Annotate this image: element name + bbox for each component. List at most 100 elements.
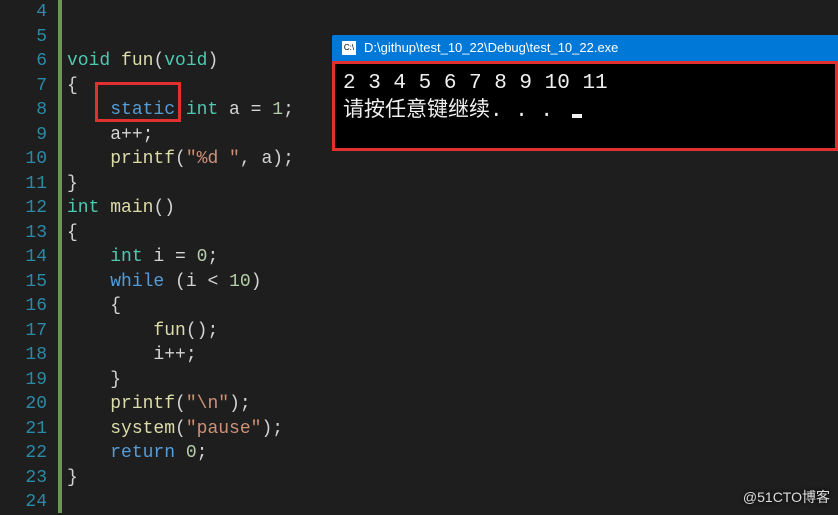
code-content[interactable]: while (i < 10) (55, 270, 262, 295)
code-content[interactable]: void fun(void) (55, 49, 218, 74)
token: { (67, 296, 121, 316)
code-line[interactable]: 12int main() (0, 196, 838, 221)
code-content[interactable]: i++; (55, 343, 197, 368)
token: return (110, 443, 175, 463)
token: ) (261, 419, 272, 439)
token: ++ (164, 345, 186, 365)
console-output: 2 3 4 5 6 7 8 9 10 11 请按任意键继续. . . (332, 61, 838, 151)
code-content[interactable]: } (55, 368, 121, 393)
token (175, 100, 186, 120)
token (110, 51, 121, 71)
line-number: 16 (0, 294, 55, 319)
line-number: 12 (0, 196, 55, 221)
code-content[interactable]: return 0; (55, 441, 207, 466)
token: a (67, 125, 121, 145)
code-line[interactable]: 15 while (i < 10) (0, 270, 838, 295)
token (175, 443, 186, 463)
token (186, 247, 197, 267)
token: "%d " (186, 149, 240, 169)
watermark: @51CTO博客 (743, 487, 830, 507)
token: ) (229, 394, 240, 414)
code-line[interactable]: 20 printf("\n"); (0, 392, 838, 417)
line-number: 10 (0, 147, 55, 172)
token: 1 (272, 100, 283, 120)
token: ) (251, 272, 262, 292)
line-number: 6 (0, 49, 55, 74)
token (99, 198, 110, 218)
token (67, 272, 110, 292)
token (67, 100, 110, 120)
editor-gutter-border (58, 0, 62, 513)
token: void (67, 51, 110, 71)
console-window[interactable]: C:\ D:\githup\test_10_22\Debug\test_10_2… (332, 35, 838, 151)
token: ) (207, 51, 218, 71)
token: () (153, 198, 175, 218)
cmd-icon: C:\ (342, 41, 356, 55)
code-line[interactable]: 18 i++; (0, 343, 838, 368)
token: < (207, 272, 218, 292)
token: ; (143, 125, 154, 145)
code-content[interactable]: printf("\n"); (55, 392, 251, 417)
token: int (67, 198, 99, 218)
token: } (67, 370, 121, 390)
line-number: 8 (0, 98, 55, 123)
token: while (110, 272, 164, 292)
line-number: 9 (0, 123, 55, 148)
token: int (186, 100, 218, 120)
token: ++ (121, 125, 143, 145)
code-content[interactable]: system("pause"); (55, 417, 283, 442)
code-line[interactable]: 11} (0, 172, 838, 197)
code-content[interactable]: { (55, 294, 121, 319)
line-number: 21 (0, 417, 55, 442)
line-number: 7 (0, 74, 55, 99)
code-line[interactable]: 24 (0, 490, 838, 515)
token: ; (272, 419, 283, 439)
token: = (175, 247, 186, 267)
token: "\n" (186, 394, 229, 414)
token: ( (175, 419, 186, 439)
token: static (110, 100, 175, 120)
token: 10 (229, 272, 251, 292)
token: ; (186, 345, 197, 365)
token: int (110, 247, 142, 267)
code-content[interactable]: int main() (55, 196, 175, 221)
token: { (67, 76, 78, 96)
code-line[interactable]: 14 int i = 0; (0, 245, 838, 270)
console-titlebar[interactable]: C:\ D:\githup\test_10_22\Debug\test_10_2… (332, 35, 838, 61)
token: printf (110, 149, 175, 169)
token: void (164, 51, 207, 71)
line-number: 15 (0, 270, 55, 295)
line-number: 20 (0, 392, 55, 417)
code-line[interactable]: 16 { (0, 294, 838, 319)
token: (i (164, 272, 207, 292)
token: ; (207, 247, 218, 267)
token: 0 (186, 443, 197, 463)
console-line-2: 请按任意键继续. . . (343, 100, 566, 123)
code-line[interactable]: 21 system("pause"); (0, 417, 838, 442)
console-line-1: 2 3 4 5 6 7 8 9 10 11 (343, 72, 608, 95)
token: main (110, 198, 153, 218)
token (67, 247, 110, 267)
token: = (251, 100, 262, 120)
code-line[interactable]: 13{ (0, 221, 838, 246)
token (67, 321, 153, 341)
code-line[interactable]: 19 } (0, 368, 838, 393)
code-line[interactable]: 4 (0, 0, 838, 25)
code-content[interactable]: fun(); (55, 319, 218, 344)
code-content[interactable]: printf("%d ", a); (55, 147, 294, 172)
console-cursor (572, 114, 582, 118)
line-number: 19 (0, 368, 55, 393)
code-content[interactable]: a++; (55, 123, 153, 148)
code-content[interactable]: static int a = 1; (55, 98, 294, 123)
line-number: 18 (0, 343, 55, 368)
line-number: 23 (0, 466, 55, 491)
console-title-text: D:\githup\test_10_22\Debug\test_10_22.ex… (364, 35, 618, 61)
token: ( (175, 394, 186, 414)
token: ( (153, 51, 164, 71)
code-content[interactable]: int i = 0; (55, 245, 218, 270)
code-line[interactable]: 23} (0, 466, 838, 491)
code-line[interactable]: 22 return 0; (0, 441, 838, 466)
line-number: 5 (0, 25, 55, 50)
token: ( (175, 149, 186, 169)
code-line[interactable]: 17 fun(); (0, 319, 838, 344)
